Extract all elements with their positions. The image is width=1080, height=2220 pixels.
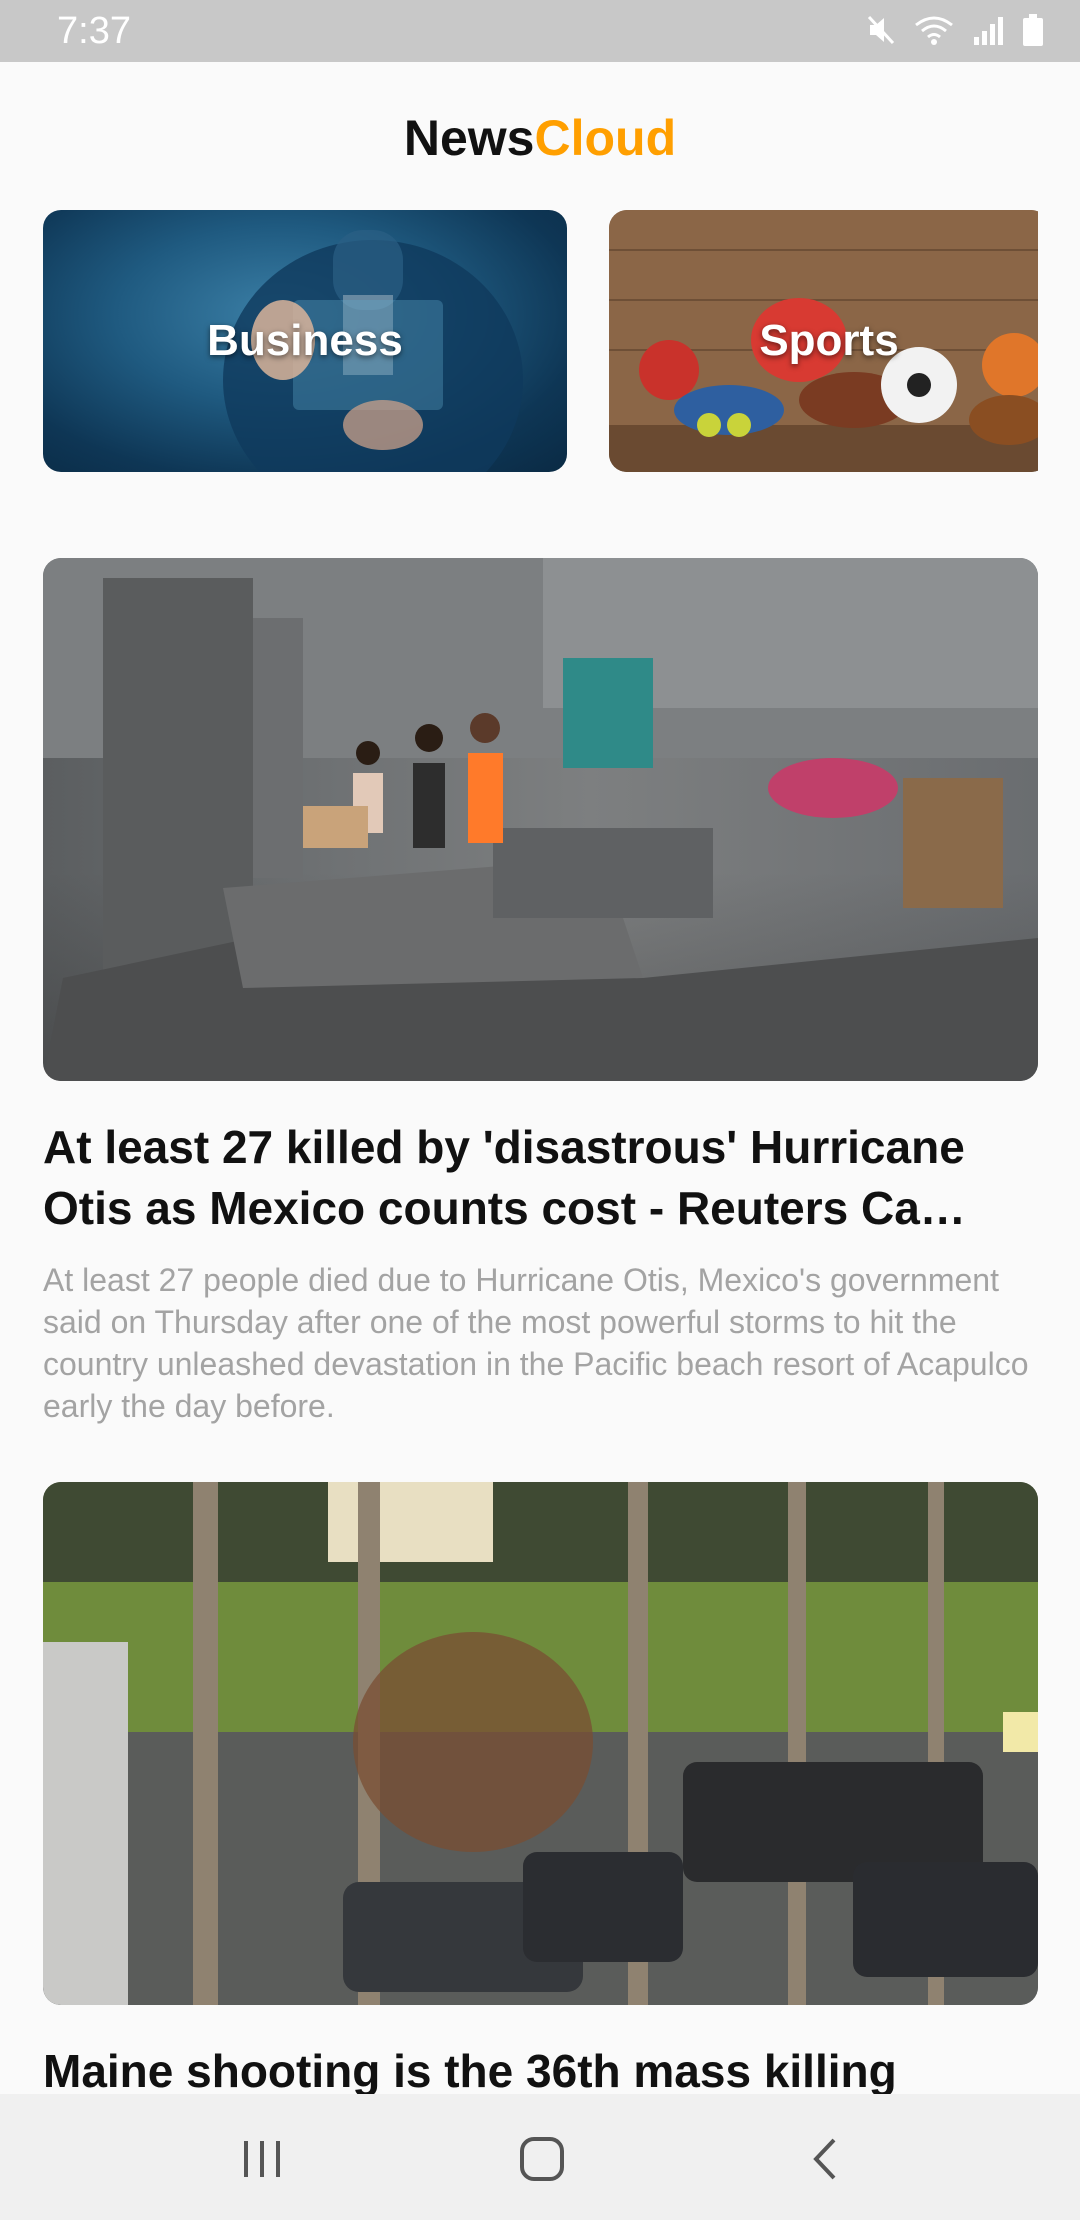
recent-apps-icon[interactable] (232, 2134, 292, 2184)
article-card[interactable]: Maine shooting is the 36th mass killing (43, 1482, 1038, 2102)
mute-icon (866, 14, 896, 46)
category-card-business[interactable]: Business (43, 210, 567, 472)
article-title[interactable]: Maine shooting is the 36th mass killing (43, 2041, 1038, 2102)
home-icon[interactable] (512, 2134, 572, 2184)
signal-icon (972, 15, 1004, 45)
article-card[interactable]: At least 27 killed by 'disastrous' Hurri… (43, 558, 1038, 1427)
app-title-news: News (403, 110, 535, 166)
status-time: 7:37 (57, 10, 131, 52)
app-title-cloud: Cloud (534, 110, 677, 166)
maine-image (43, 1482, 1038, 2005)
category-label-business: Business (207, 316, 403, 365)
article-image[interactable] (43, 1482, 1038, 2005)
category-label-sports: Sports (759, 316, 899, 365)
category-card-sports[interactable]: Sports (609, 210, 1038, 472)
battery-icon (1022, 14, 1044, 46)
back-icon[interactable] (795, 2134, 855, 2184)
status-bar: 7:37 (0, 0, 1080, 62)
navigation-bar (0, 2094, 1080, 2220)
app-title: NewsCloud (0, 108, 1080, 168)
category-carousel[interactable]: Business Sports (43, 210, 1038, 472)
article-image[interactable] (43, 558, 1038, 1081)
hurricane-image (43, 558, 1038, 1081)
article-title[interactable]: At least 27 killed by 'disastrous' Hurri… (43, 1117, 1038, 1239)
article-description: At least 27 people died due to Hurricane… (43, 1262, 1029, 1424)
status-icons (866, 14, 1044, 46)
wifi-icon (914, 15, 954, 45)
